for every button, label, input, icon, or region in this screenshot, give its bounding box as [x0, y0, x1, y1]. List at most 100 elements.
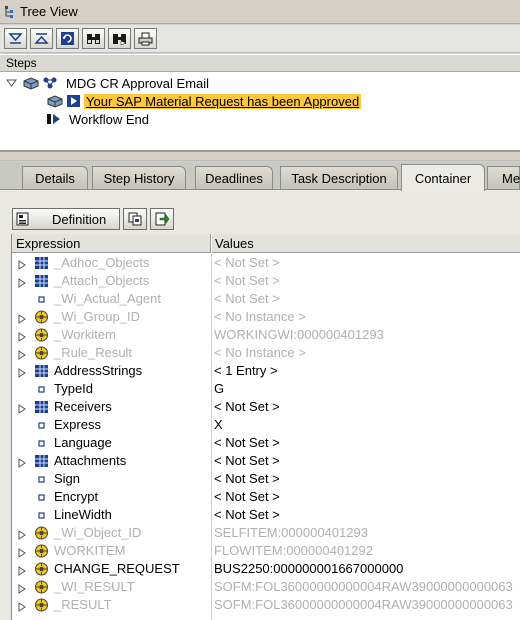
expression-value: < Not Set > [214, 489, 280, 504]
expand-arrow-icon[interactable] [18, 582, 26, 594]
container-panel: Definition Expression Values _Adhoc_Obje… [0, 189, 520, 620]
expression-name: Receivers [54, 399, 112, 414]
step-box-icon [47, 95, 63, 108]
refresh-button[interactable] [56, 28, 79, 49]
expression-value: < Not Set > [214, 399, 280, 414]
collapse-all-button[interactable] [30, 28, 53, 49]
definition-button[interactable]: Definition [12, 208, 120, 230]
expand-arrow-icon[interactable] [18, 348, 26, 360]
table-row[interactable]: _Attach_Objects < Not Set > [12, 272, 520, 290]
expand-arrow-icon[interactable] [18, 258, 26, 270]
expand-all-button[interactable] [4, 28, 27, 49]
table-row[interactable]: LineWidth < Not Set > [12, 506, 520, 524]
table-row[interactable]: _Adhoc_Objects < Not Set > [12, 254, 520, 272]
collapse-all-icon [34, 33, 49, 44]
expression-name: _Adhoc_Objects [54, 255, 150, 270]
table-row[interactable]: WORKITEM FLOWITEM:000000401292 [12, 542, 520, 560]
splitter[interactable] [0, 154, 520, 161]
table-row[interactable]: _RESULT SOFM:FOL36000000000004RAW39000000… [12, 596, 520, 614]
table-row[interactable]: Attachments < Not Set > [12, 452, 520, 470]
copy-button[interactable] [123, 208, 147, 230]
field-icon [34, 472, 49, 486]
table-row[interactable]: Encrypt < Not Set > [12, 488, 520, 506]
tree-node-workflow-end[interactable]: Workflow End [46, 110, 151, 128]
expression-name: LineWidth [54, 507, 112, 522]
table-icon [34, 400, 49, 414]
tab-task-description[interactable]: Task Description [280, 166, 398, 190]
table-row[interactable]: _Wi_Group_ID < No Instance > [12, 308, 520, 326]
expression-value: < Not Set > [214, 435, 280, 450]
column-header-values[interactable]: Values [215, 236, 254, 251]
table-icon [34, 274, 49, 288]
table-row[interactable]: Sign < Not Set > [12, 470, 520, 488]
expand-arrow-icon[interactable] [18, 600, 26, 612]
tree-node-step-selected[interactable]: Your SAP Material Request has been Appro… [46, 92, 362, 110]
table-row[interactable]: _Rule_Result < No Instance > [12, 344, 520, 362]
tab-more[interactable]: Me [487, 166, 520, 190]
find-icon [87, 33, 100, 44]
expand-arrow-icon[interactable] [18, 312, 26, 324]
expand-arrow-icon[interactable] [18, 402, 26, 414]
expression-name: WORKITEM [54, 543, 126, 558]
print-icon [138, 32, 153, 45]
object-icon [34, 544, 49, 558]
expression-name: Express [54, 417, 101, 432]
expression-value: < No Instance > [214, 345, 306, 360]
expression-name: CHANGE_REQUEST [54, 561, 180, 576]
object-icon [34, 328, 49, 342]
tree-node-label[interactable]: Your SAP Material Request has been Appro… [84, 93, 362, 109]
table-row[interactable]: AddressStrings < 1 Entry > [12, 362, 520, 380]
table-row[interactable]: CHANGE_REQUEST BUS2250:000000001667000000 [12, 560, 520, 578]
expand-arrow-icon[interactable] [18, 330, 26, 342]
step-execute-icon [67, 95, 80, 107]
expression-value: G [214, 381, 225, 396]
expression-name: Encrypt [54, 489, 99, 504]
tab-deadlines[interactable]: Deadlines [195, 166, 273, 190]
expand-all-icon [8, 33, 23, 44]
column-header-expression[interactable]: Expression [16, 236, 80, 251]
expand-arrow-icon[interactable] [18, 546, 26, 558]
expand-arrow-icon[interactable] [18, 528, 26, 540]
expand-arrow-icon[interactable] [18, 564, 26, 576]
expression-name: _Wi_Actual_Agent [54, 291, 161, 306]
tab-details[interactable]: Details [22, 166, 88, 190]
expression-value: FLOWITEM:000000401292 [214, 543, 373, 558]
table-row[interactable]: Express X [12, 416, 520, 434]
expand-arrow-icon[interactable] [18, 276, 26, 288]
table-row[interactable]: _WI_RESULT SOFM:FOL36000000000004RAW39000… [12, 578, 520, 596]
object-icon [34, 580, 49, 594]
tree-node-label[interactable]: MDG CR Approval Email [64, 76, 211, 91]
table-row[interactable]: Receivers < Not Set > [12, 398, 520, 416]
expression-name: _Attach_Objects [54, 273, 150, 288]
expression-name: Attachments [54, 453, 127, 468]
column-separator[interactable] [210, 234, 212, 253]
table-icon [34, 256, 49, 270]
export-icon [155, 212, 169, 226]
table-row[interactable]: _Wi_Object_ID SELFITEM:000000401293 [12, 524, 520, 542]
tree-node-root[interactable]: MDG CR Approval Email [6, 74, 211, 92]
workflow-icon [23, 77, 39, 90]
expression-name: Language [54, 435, 112, 450]
table-row[interactable]: Language < Not Set > [12, 434, 520, 452]
find-next-button[interactable] [108, 28, 131, 49]
expression-value: SELFITEM:000000401293 [214, 525, 368, 540]
container-toolbar: Definition [12, 208, 174, 230]
expand-arrow-icon[interactable] [18, 456, 26, 468]
tab-step-history[interactable]: Step History [92, 166, 186, 190]
expression-name: _Workitem [54, 327, 116, 342]
export-button[interactable] [150, 208, 174, 230]
print-button[interactable] [134, 28, 157, 49]
tab-container[interactable]: Container [401, 164, 485, 191]
tree-node-label[interactable]: Workflow End [67, 112, 151, 127]
collapse-triangle-icon[interactable] [6, 78, 17, 88]
expand-arrow-icon[interactable] [18, 366, 26, 378]
table-row[interactable]: TypeId G [12, 380, 520, 398]
table-row[interactable]: _Wi_Actual_Agent < Not Set > [12, 290, 520, 308]
expression-value: < Not Set > [214, 453, 280, 468]
expression-name: Sign [54, 471, 81, 486]
find-button[interactable] [82, 28, 105, 49]
table-row[interactable]: _Workitem WORKINGWI:000000401293 [12, 326, 520, 344]
field-icon [34, 382, 49, 396]
expression-value: < Not Set > [214, 273, 280, 288]
field-icon [34, 436, 49, 450]
